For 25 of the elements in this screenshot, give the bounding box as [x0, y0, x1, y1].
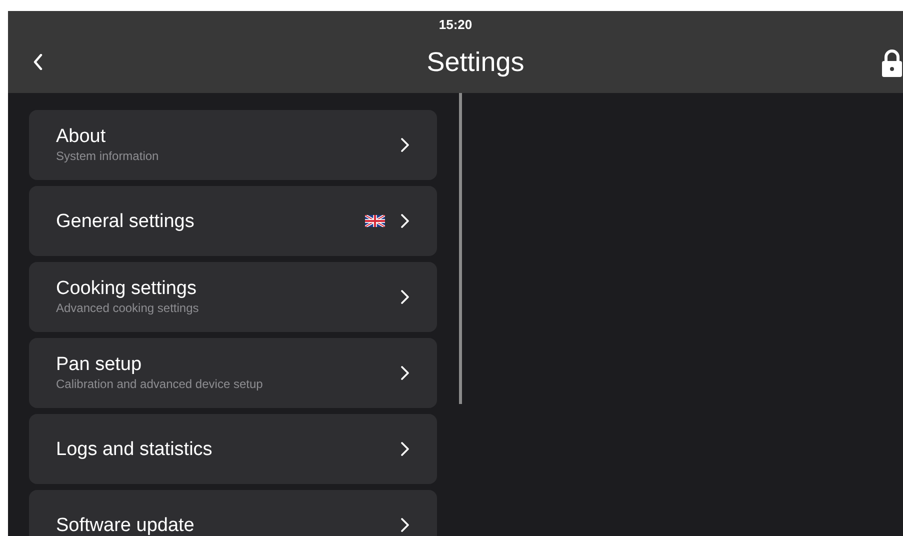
item-title: Software update	[56, 514, 196, 536]
item-subtitle: Advanced cooking settings	[56, 300, 200, 316]
lock-button[interactable]	[881, 47, 903, 77]
back-icon	[33, 54, 43, 70]
item-subtitle: System information	[56, 148, 160, 164]
clock-time: 15:20	[438, 18, 472, 31]
chevron-right-icon	[401, 518, 409, 532]
settings-menu-item[interactable]: General settings	[29, 186, 437, 256]
chevron-right-icon	[401, 442, 409, 456]
item-title: Cooking settings	[56, 278, 198, 299]
settings-menu-item[interactable]: About System information	[29, 110, 437, 180]
item-title: About	[56, 126, 107, 147]
item-title: Pan setup	[56, 354, 143, 375]
settings-menu-item[interactable]: Software update	[29, 490, 437, 536]
settings-menu-item[interactable]: Pan setup Calibration and advanced device setup	[29, 338, 437, 408]
item-title: General settings	[56, 210, 196, 232]
item-title: Logs and statistics	[56, 438, 214, 460]
item-subtitle: Calibration and advanced device setup	[56, 376, 264, 392]
chevron-right-icon	[401, 214, 409, 228]
chevron-right-icon	[401, 138, 409, 152]
chevron-right-icon	[401, 366, 409, 380]
page-title: Settings	[426, 48, 524, 76]
chevron-right-icon	[401, 290, 409, 304]
settings-menu-item[interactable]: Logs and statistics	[29, 414, 437, 484]
settings-menu-item[interactable]: Cooking settings Advanced cooking settings	[29, 262, 437, 332]
